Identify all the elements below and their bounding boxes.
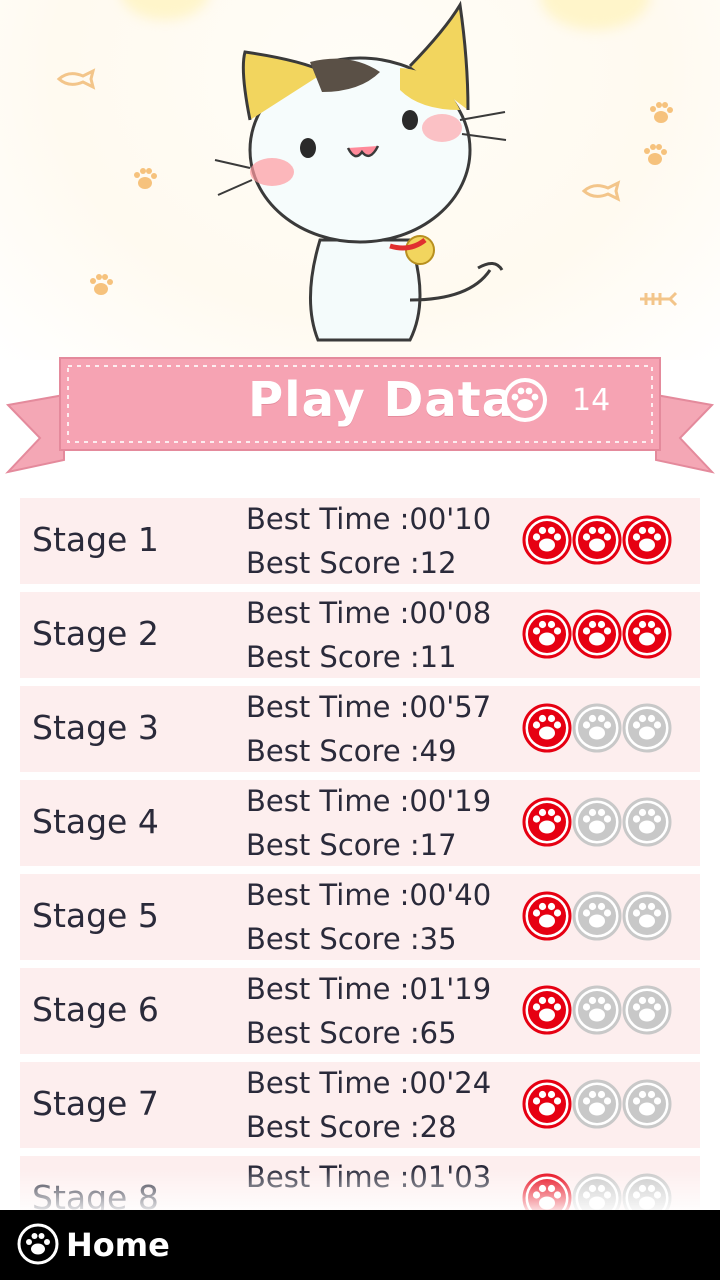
paw-print-icon — [134, 168, 157, 189]
paw-count: 14 — [572, 383, 611, 418]
paw-rating — [522, 515, 674, 567]
best-time: Best Time :01'19 — [246, 972, 492, 1006]
best-time: Best Time :00'57 — [246, 690, 492, 724]
best-time: Best Time :00'19 — [246, 784, 492, 818]
list-fade — [0, 1168, 720, 1210]
paw-rating — [522, 985, 674, 1037]
paw-earned-icon — [522, 515, 572, 565]
best-time: Best Time :00'40 — [246, 878, 492, 912]
best-time: Best Time :00'08 — [246, 596, 492, 630]
fish-icon — [581, 180, 621, 202]
paw-empty-icon — [622, 1079, 672, 1129]
paw-rating — [522, 1079, 674, 1131]
stage-label: Stage 2 — [32, 614, 159, 653]
paw-rating — [522, 703, 674, 755]
best-score: Best Score :35 — [246, 922, 457, 956]
stage-label: Stage 6 — [32, 990, 159, 1029]
stage-label: Stage 3 — [32, 708, 159, 747]
footer-bar: Home — [0, 1210, 720, 1280]
paw-earned-icon — [522, 891, 572, 941]
stage-label: Stage 5 — [32, 896, 159, 935]
paw-empty-icon — [622, 797, 672, 847]
stage-list[interactable]: Stage 1 Best Time :00'10 Best Score :12 Sta… — [20, 498, 700, 1210]
paw-empty-icon — [572, 1079, 622, 1129]
hero-illustration — [0, 0, 720, 360]
paw-earned-icon — [522, 985, 572, 1035]
stage-row[interactable]: Stage 1 Best Time :00'10 Best Score :12 — [20, 498, 700, 584]
paw-earned-icon — [572, 609, 622, 659]
paw-print-icon — [644, 144, 667, 165]
fish-icon — [56, 68, 96, 90]
home-label: Home — [66, 1226, 170, 1264]
paw-icon — [17, 1223, 59, 1265]
stage-label: Stage 1 — [32, 520, 159, 559]
paw-print-icon — [90, 274, 113, 295]
paw-rating — [522, 797, 674, 849]
paw-earned-icon — [522, 797, 572, 847]
paw-empty-icon — [622, 985, 672, 1035]
best-score: Best Score :11 — [246, 640, 457, 674]
paw-earned-icon — [572, 515, 622, 565]
fish-bone-icon — [640, 291, 678, 307]
paw-empty-icon — [572, 985, 622, 1035]
best-time: Best Time :00'24 — [246, 1066, 492, 1100]
stage-label: Stage 7 — [32, 1084, 159, 1123]
paw-earned-icon — [622, 609, 672, 659]
paw-empty-icon — [572, 891, 622, 941]
paw-rating — [522, 609, 674, 661]
paw-empty-icon — [572, 797, 622, 847]
best-score: Best Score :49 — [246, 734, 457, 768]
best-score: Best Score :65 — [246, 1016, 457, 1050]
home-button[interactable]: Home — [16, 1220, 170, 1272]
best-score: Best Score :28 — [246, 1110, 457, 1144]
paw-coin-icon — [503, 378, 547, 422]
paw-earned-icon — [522, 609, 572, 659]
paw-earned-icon — [522, 1079, 572, 1129]
cat-illustration — [214, 0, 507, 342]
stage-row[interactable]: Stage 2 Best Time :00'08 Best Score :11 — [20, 592, 700, 678]
paw-empty-icon — [572, 703, 622, 753]
best-time: Best Time :00'10 — [246, 502, 492, 536]
light-glow — [540, 0, 650, 30]
paw-rating — [522, 891, 674, 943]
stage-row[interactable]: Stage 3 Best Time :00'57 Best Score :49 — [20, 686, 700, 772]
stage-row[interactable]: Stage 4 Best Time :00'19 Best Score :17 — [20, 780, 700, 866]
stage-row[interactable]: Stage 6 Best Time :01'19 Best Score :65 — [20, 968, 700, 1054]
paw-empty-icon — [622, 891, 672, 941]
best-score: Best Score :12 — [246, 546, 457, 580]
paw-earned-icon — [522, 703, 572, 753]
stage-row[interactable]: Stage 7 Best Time :00'24 Best Score :28 — [20, 1062, 700, 1148]
paw-earned-icon — [622, 515, 672, 565]
paw-print-icon — [650, 102, 673, 123]
page-title: Play Data — [248, 372, 516, 428]
paw-empty-icon — [622, 703, 672, 753]
stage-row[interactable]: Stage 5 Best Time :00'40 Best Score :35 — [20, 874, 700, 960]
light-glow — [120, 0, 210, 20]
stage-label: Stage 4 — [32, 802, 159, 841]
best-score: Best Score :17 — [246, 828, 457, 862]
